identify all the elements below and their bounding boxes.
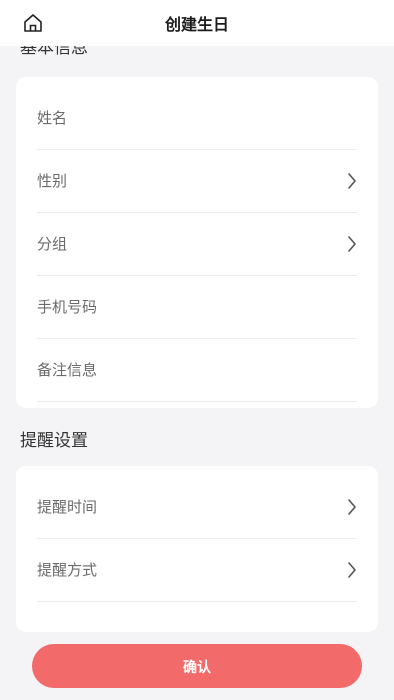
reminder-time-field[interactable]: 提醒时间 — [37, 476, 357, 539]
name-field[interactable]: 姓名 — [37, 87, 357, 150]
field-label: 分组 — [37, 235, 68, 253]
chevron-right-icon — [348, 499, 356, 515]
note-field[interactable]: 备注信息 — [37, 339, 357, 402]
phone-field[interactable]: 手机号码 — [37, 276, 357, 339]
field-label: 姓名 — [37, 109, 68, 127]
field-label: 提醒方式 — [37, 561, 98, 579]
confirm-button[interactable]: 确认 — [32, 644, 362, 688]
gender-field[interactable]: 性别 — [37, 150, 357, 213]
basic-info-card: 姓名 性别 分组 手机号码 备注信息 — [16, 77, 378, 408]
reminder-card: 提醒时间 提醒方式 — [16, 466, 378, 632]
field-label: 提醒时间 — [37, 498, 98, 516]
field-label: 性别 — [37, 172, 68, 190]
section-title-reminder: 提醒设置 — [20, 431, 88, 451]
chevron-right-icon — [348, 562, 356, 578]
chevron-right-icon — [348, 236, 356, 252]
reminder-method-field[interactable]: 提醒方式 — [37, 539, 357, 602]
group-field[interactable]: 分组 — [37, 213, 357, 276]
top-bar: 创建生日 — [0, 0, 394, 46]
field-label: 手机号码 — [37, 298, 98, 316]
field-label: 备注信息 — [37, 361, 98, 379]
page-title: 创建生日 — [164, 15, 229, 34]
chevron-right-icon — [348, 173, 356, 189]
